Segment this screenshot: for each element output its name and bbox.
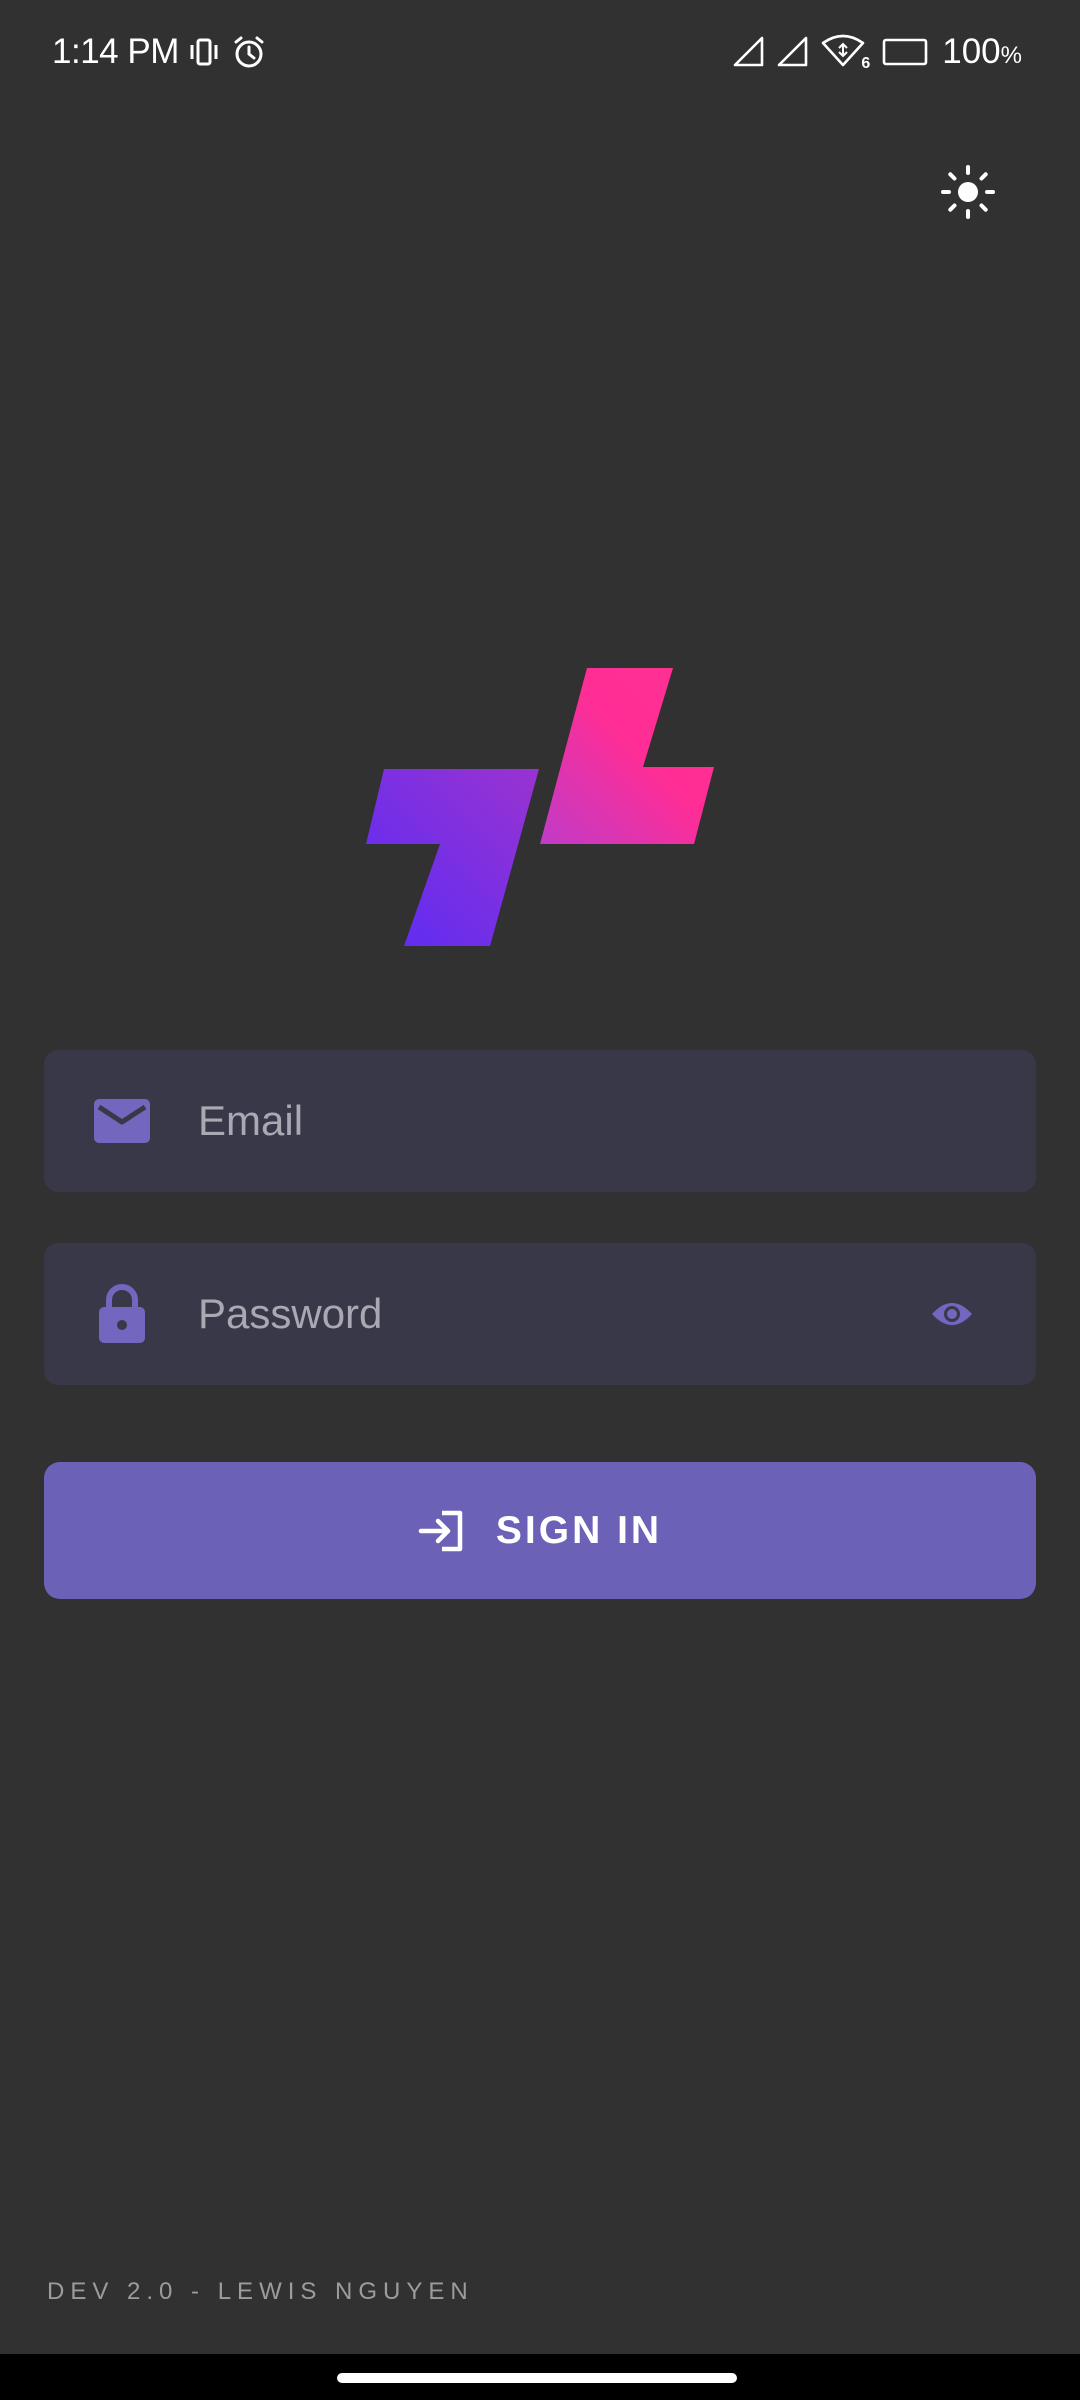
version-footer: DEV 2.0 - LEWIS NGUYEN bbox=[47, 2278, 474, 2305]
status-bar: 1:14 PM 6 100% bbox=[0, 0, 1080, 100]
sign-in-label: SIGN IN bbox=[495, 1508, 663, 1552]
alarm-icon bbox=[231, 34, 267, 70]
navigation-bar bbox=[0, 2354, 1080, 2400]
email-field[interactable] bbox=[44, 1050, 1036, 1192]
sign-in-button[interactable]: SIGN IN bbox=[44, 1462, 1036, 1599]
vibrate-icon bbox=[187, 35, 221, 69]
home-indicator[interactable] bbox=[337, 2373, 737, 2383]
signal-icon bbox=[732, 35, 766, 69]
wifi-icon: 6 bbox=[820, 33, 870, 72]
theme-toggle-button[interactable] bbox=[938, 162, 998, 222]
status-left: 1:14 PM bbox=[52, 28, 267, 76]
battery-icon bbox=[882, 37, 928, 67]
password-field[interactable] bbox=[44, 1243, 1036, 1385]
battery-level: 100% bbox=[942, 32, 1022, 71]
status-right: 6 100% bbox=[732, 28, 1022, 76]
eye-icon[interactable] bbox=[928, 1290, 976, 1338]
status-time: 1:14 PM bbox=[52, 32, 179, 71]
sun-icon bbox=[940, 164, 996, 220]
email-icon bbox=[90, 1089, 154, 1153]
email-input[interactable] bbox=[198, 1050, 938, 1192]
signal-icon bbox=[776, 35, 810, 69]
login-icon bbox=[418, 1509, 466, 1553]
lock-icon bbox=[90, 1282, 154, 1346]
password-input[interactable] bbox=[198, 1243, 938, 1385]
wifi-badge: 6 bbox=[861, 55, 871, 72]
app-logo bbox=[364, 668, 714, 948]
